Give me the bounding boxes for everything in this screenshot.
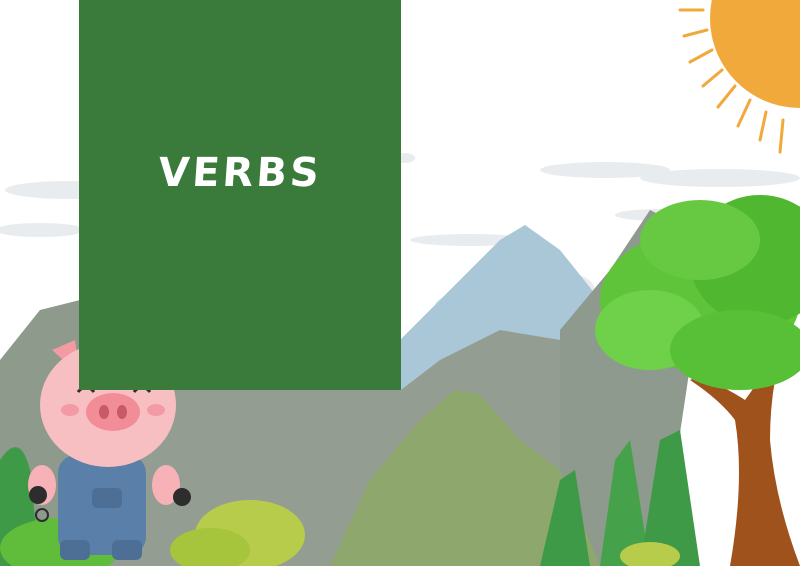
- sun-illustration: [678, 0, 800, 154]
- title-card: VERBS: [79, 0, 401, 390]
- page-title: VERBS: [156, 150, 324, 196]
